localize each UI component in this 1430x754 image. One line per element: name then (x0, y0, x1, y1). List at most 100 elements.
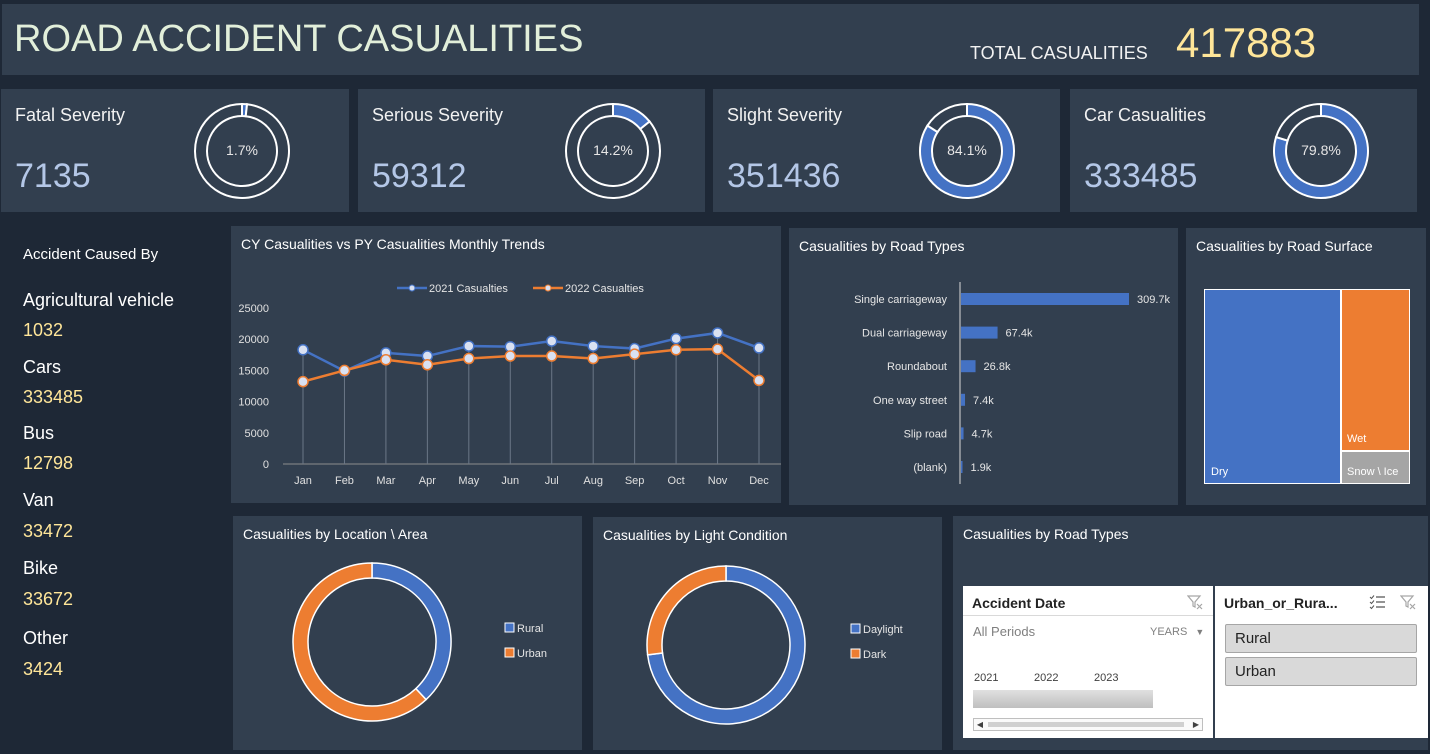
legend-marker (408, 284, 416, 292)
kpi-serious: Serious Severity 59312 14.2% (358, 89, 705, 212)
data-point[interactable] (338, 364, 351, 377)
legend-label: Daylight (863, 624, 903, 636)
treemap-label: Snow \ Ice (1347, 466, 1399, 478)
data-point[interactable] (587, 340, 599, 352)
data-point[interactable] (628, 348, 641, 360)
data-point[interactable] (504, 340, 517, 353)
light-condition-panel: Casualities by Light Condition Daylight D… (593, 517, 942, 750)
bar[interactable] (961, 427, 964, 440)
x-tick-label: Nov (708, 475, 728, 487)
monthly-trend-panel: CY Casualities vs PY Casualities Monthly… (231, 226, 781, 503)
data-point[interactable] (670, 344, 682, 356)
treemap-dry[interactable]: Dry (1204, 289, 1341, 484)
category-label: Slip road (904, 428, 947, 440)
kpi-title: Car Casualities (1084, 105, 1207, 125)
all-periods-label: All Periods (973, 624, 1036, 639)
data-point[interactable] (545, 335, 558, 347)
treemap-snow-ice[interactable]: Snow \ Ice (1341, 451, 1410, 484)
slicer-divider (963, 615, 1213, 616)
kpi-value: 7135 (15, 157, 91, 195)
bar[interactable] (961, 393, 966, 406)
sidebar-title: Accident Caused By (23, 246, 159, 263)
data-point[interactable] (463, 340, 475, 352)
donut-slice[interactable] (646, 565, 727, 656)
y-tick-label: 25000 (238, 303, 269, 315)
accident-date-slicer[interactable]: Accident Date All Periods YEARS ▼ 2021 2… (963, 586, 1213, 738)
cause-value: 333485 (23, 387, 84, 407)
location-area-panel: Casualities by Location \ Area Rural Urba… (233, 516, 582, 750)
light-donut-chart: Daylight Dark (646, 565, 903, 725)
data-point[interactable] (504, 350, 517, 362)
data-point[interactable] (297, 344, 309, 356)
scroll-thumb[interactable] (988, 722, 1184, 727)
time-level-label: YEARS (1150, 626, 1188, 638)
x-tick-label: Sep (625, 475, 645, 487)
timeline-bar[interactable] (973, 690, 1153, 708)
legend-label: 2021 Casualties (429, 283, 508, 295)
data-point[interactable] (711, 343, 724, 355)
x-tick-label: Jun (501, 475, 519, 487)
y-tick-label: 10000 (238, 397, 269, 409)
x-tick-label: Feb (335, 475, 354, 487)
road-types-panel: Casualities by Road Types Single carriag… (789, 228, 1178, 505)
slicer-item-rural[interactable]: Rural (1225, 624, 1417, 653)
data-point[interactable] (380, 354, 392, 366)
treemap-wet[interactable]: Wet (1341, 289, 1410, 451)
data-point[interactable] (753, 374, 765, 387)
data-point[interactable] (711, 327, 724, 339)
kpi-rest-arc (926, 102, 968, 134)
treemap-label: Wet (1347, 433, 1367, 445)
clear-filter-icon[interactable] (1400, 594, 1416, 610)
data-point[interactable] (670, 332, 682, 345)
bar[interactable] (961, 360, 976, 373)
cause-label: Cars (23, 357, 62, 377)
category-label: Roundabout (887, 361, 947, 373)
series-line (302, 347, 760, 383)
total-casualities-value: 417883 (1176, 19, 1317, 66)
road-types-bar-chart: Single carriageway 309.7k Dual carriageway… (854, 282, 1171, 484)
bar[interactable] (961, 326, 998, 339)
bar[interactable] (961, 293, 1129, 305)
data-point[interactable] (421, 359, 434, 371)
urban-rural-slicer[interactable]: Urban_or_Rura... Rural Urban (1215, 586, 1428, 738)
cause-value: 33672 (23, 589, 74, 609)
y-tick-label: 0 (263, 459, 269, 471)
data-point[interactable] (297, 375, 309, 388)
cause-value: 12798 (23, 453, 74, 473)
time-level-dropdown[interactable]: YEARS ▼ (1150, 626, 1204, 638)
data-label: 26.8k (984, 361, 1011, 373)
slicer-title: Accident Date (972, 595, 1066, 611)
cause-value: 3424 (23, 659, 64, 679)
data-point[interactable] (463, 352, 475, 365)
kpi-percent: 84.1% (947, 142, 987, 158)
slicer-item-urban[interactable]: Urban (1225, 657, 1417, 686)
x-tick-label: Oct (668, 475, 685, 487)
kpi-title: Slight Severity (727, 105, 843, 125)
data-label: 67.4k (1006, 328, 1033, 340)
scroll-left-icon[interactable]: ◀ (974, 719, 986, 730)
chart-title: Casualities by Road Surface (1196, 238, 1373, 254)
kpi-value: 59312 (372, 157, 467, 195)
data-point[interactable] (545, 350, 558, 362)
timeline-scrollbar[interactable]: ◀ ▶ (973, 718, 1203, 731)
x-tick-label: Dec (749, 475, 769, 487)
legend-swatch (504, 647, 515, 658)
donut-slice[interactable] (371, 562, 452, 701)
data-point[interactable] (753, 342, 765, 354)
kpi-fatal: Fatal Severity 7135 1.7% (1, 89, 349, 212)
bar[interactable] (961, 461, 963, 473)
road-surface-panel: Casualities by Road Surface Dry Wet Snow… (1186, 228, 1426, 505)
kpi-rest-arc (1274, 102, 1322, 142)
data-label: 309.7k (1137, 294, 1171, 306)
multi-select-icon[interactable] (1369, 594, 1386, 610)
legend-label: Urban (517, 648, 547, 660)
data-label: 4.7k (972, 428, 993, 440)
clear-filter-icon[interactable] (1187, 594, 1203, 610)
category-label: (blank) (913, 462, 947, 474)
data-point[interactable] (587, 352, 599, 365)
kpi-slight: Slight Severity 351436 84.1% (713, 89, 1060, 212)
scroll-right-icon[interactable]: ▶ (1190, 719, 1202, 730)
series-line (302, 331, 760, 373)
legend-label: Rural (517, 623, 543, 635)
cause-label: Other (23, 628, 69, 648)
